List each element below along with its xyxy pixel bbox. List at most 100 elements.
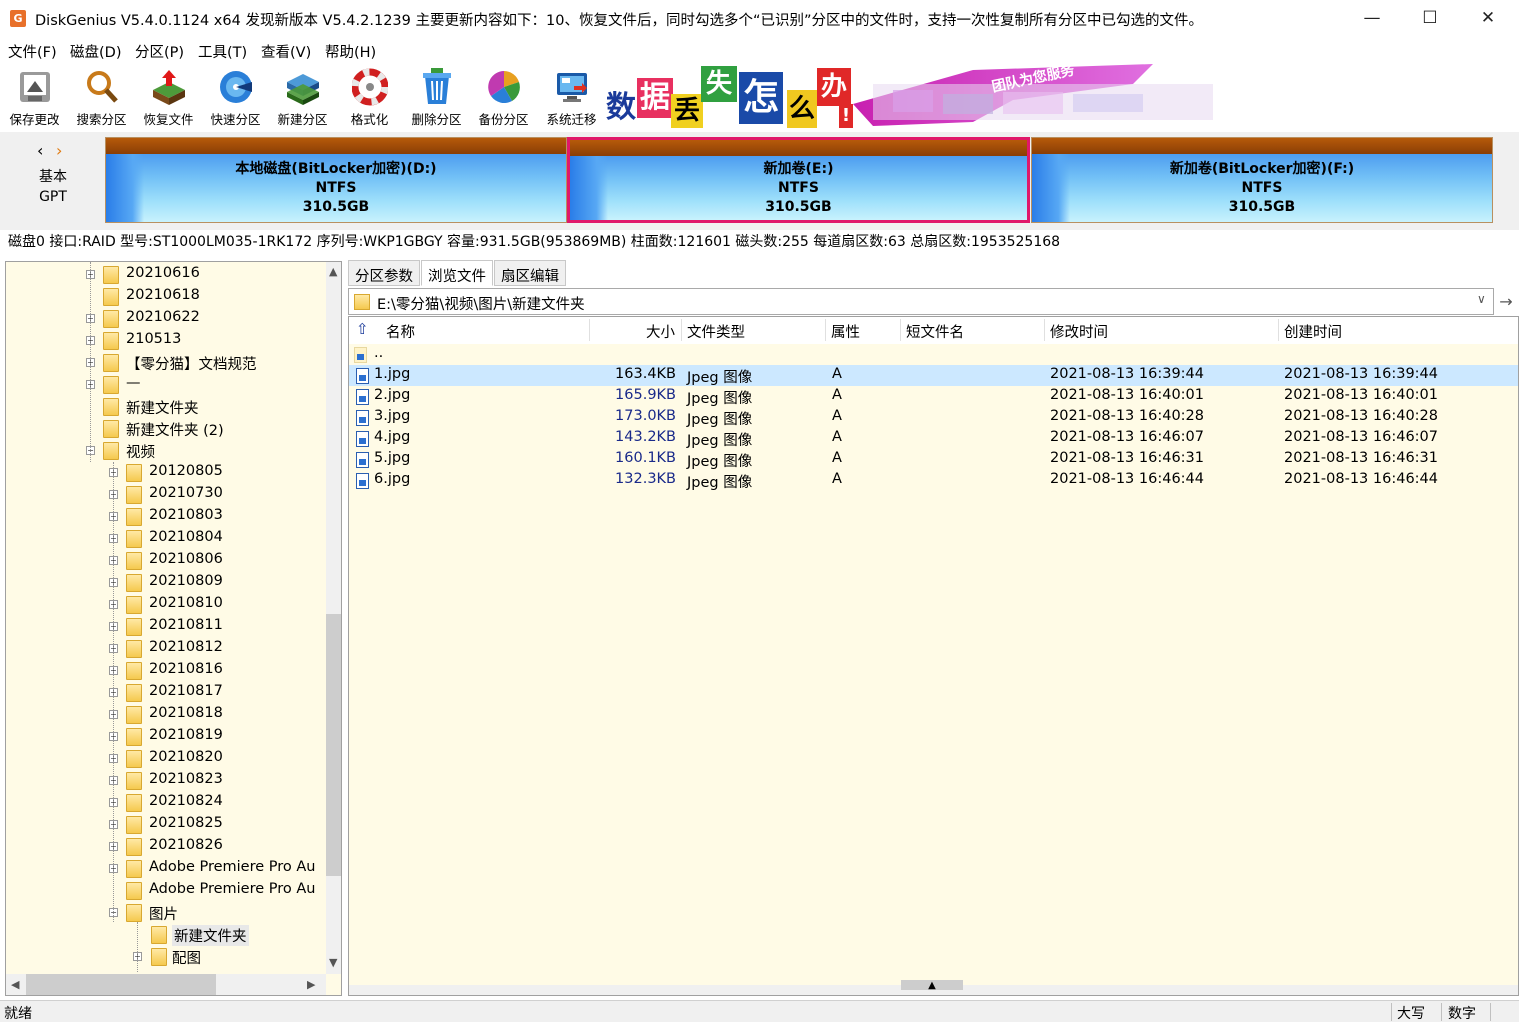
partition-d[interactable]: 本地磁盘(BitLocker加密)(D:) NTFS 310.5GB [105,137,567,223]
partition-e[interactable]: 新加卷(E:) NTFS 310.5GB [567,137,1030,223]
up-level-icon[interactable]: ⇧ [356,320,369,338]
tree-item[interactable]: +20210817 [6,682,326,704]
column-modified[interactable]: 修改时间 [1050,321,1108,342]
promo-banner[interactable]: 团队为您服务 数 据 丢 失 怎 么 办 ! [603,64,1223,130]
tab-partition-params[interactable]: 分区参数 [348,260,420,286]
tree-item[interactable]: +20210730 [6,484,326,506]
tree-item[interactable]: 新建文件夹 (2) [6,418,326,440]
minimize-button[interactable]: — [1343,0,1401,37]
tab-sector-editor[interactable]: 扇区编辑 [494,260,566,286]
prev-disk-icon[interactable]: ‹ [37,141,43,160]
maximize-button[interactable]: ☐ [1401,0,1459,37]
file-row[interactable]: 6.jpg 132.3KB Jpeg 图像 A 2021-08-13 16:46:44 2… [349,470,1518,491]
quick-partition-button[interactable]: 快速分区 [202,64,269,130]
file-row[interactable]: 3.jpg 173.0KB Jpeg 图像 A 2021-08-13 16:40:28 2… [349,407,1518,428]
file-modified: 2021-08-13 16:40:01 [1050,387,1204,403]
tree-item[interactable]: +20210806 [6,550,326,572]
file-size: 143.2KB [615,429,676,445]
tree-item[interactable]: +20210819 [6,726,326,748]
next-disk-icon[interactable]: › [56,141,62,160]
tree-item-label: — [126,375,141,391]
tree-item[interactable]: +20210809 [6,572,326,594]
column-type[interactable]: 文件类型 [687,321,745,342]
tree-item[interactable]: +20210804 [6,528,326,550]
file-row[interactable]: 5.jpg 160.1KB Jpeg 图像 A 2021-08-13 16:46:31 2… [349,449,1518,470]
delete-partition-button[interactable]: 删除分区 [403,64,470,130]
menu-help[interactable]: 帮助(H) [325,41,376,62]
save-changes-button[interactable]: 保存更改 [1,64,68,130]
format-button[interactable]: 格式化 [336,64,403,130]
menu-view[interactable]: 查看(V) [261,41,311,62]
tree-item[interactable]: +20210810 [6,594,326,616]
partition-f[interactable]: 新加卷(BitLocker加密)(F:) NTFS 310.5GB [1031,137,1493,223]
menu-disk[interactable]: 磁盘(D) [70,41,121,62]
column-created[interactable]: 创建时间 [1284,321,1342,342]
tree-item[interactable]: +20210825 [6,814,326,836]
image-file-icon [356,431,369,447]
tree-item[interactable]: +20210811 [6,616,326,638]
tree-item[interactable]: 新建文件夹 [6,396,326,418]
tree-item[interactable]: + 【零分猫】文档规范 [6,352,326,374]
tree-hscroll-thumb[interactable] [26,974,216,995]
image-file-icon [356,410,369,426]
tree-item[interactable]: − 视频 [6,440,326,462]
scroll-down-icon[interactable]: ▼ [329,956,337,969]
file-list[interactable]: ⇧ 名称 大小 文件类型 属性 短文件名 修改时间 创建时间 .. 1.jpg 16… [348,316,1519,996]
menu-tools[interactable]: 工具(T) [198,41,247,62]
file-row[interactable]: 1.jpg 163.4KB Jpeg 图像 A 2021-08-13 16:39:44 2… [349,365,1518,386]
close-button[interactable]: ✕ [1459,0,1517,37]
menu-file[interactable]: 文件(F) [8,41,57,62]
scroll-left-icon[interactable]: ◀ [11,978,19,991]
new-partition-button[interactable]: 新建分区 [269,64,336,130]
path-combobox[interactable]: E:\零分猫\视频\图片\新建文件夹 ∨ [348,288,1494,315]
tree-item[interactable]: +20210812 [6,638,326,660]
path-text: E:\零分猫\视频\图片\新建文件夹 [377,297,585,313]
tree-item[interactable]: +20210818 [6,704,326,726]
scroll-up-icon[interactable]: ▲ [329,265,337,278]
chevron-down-icon[interactable]: ∨ [1477,292,1486,306]
go-arrow-icon[interactable]: → [1495,288,1517,315]
tree-item[interactable]: +20210824 [6,792,326,814]
tree-item[interactable]: Adobe Premiere Pro Au [6,880,326,902]
scroll-right-icon[interactable]: ▶ [307,978,315,991]
tree-item[interactable]: +210513 [6,330,326,352]
file-attr: A [832,366,842,382]
tree-item-label: 20210825 [149,815,223,831]
file-row[interactable]: 2.jpg 165.9KB Jpeg 图像 A 2021-08-13 16:40:01 2… [349,386,1518,407]
file-list-scrollbar[interactable]: ▲ [349,980,1518,995]
column-name[interactable]: 名称 [386,321,415,342]
collapse-arrow-icon[interactable]: ▲ [901,980,963,991]
folder-tree[interactable]: +20210616 20210618 +20210622 +210513 + 【零分猫】文… [5,261,342,996]
tree-item[interactable]: +20210820 [6,748,326,770]
file-row[interactable]: 4.jpg 143.2KB Jpeg 图像 A 2021-08-13 16:46:07 2… [349,428,1518,449]
tree-item[interactable]: +20210826 [6,836,326,858]
tree-item[interactable]: +20210823 [6,770,326,792]
column-short-name[interactable]: 短文件名 [906,321,964,342]
tree-item-label: 配图 [172,951,201,967]
disk-type-label: 基本 GPT [39,169,67,205]
folder-icon [354,294,370,310]
parent-dir-row[interactable]: .. [349,344,1518,365]
tree-item[interactable]: + — [6,374,326,396]
column-attr[interactable]: 属性 [831,321,860,342]
tab-browse-files[interactable]: 浏览文件 [421,260,493,286]
column-size[interactable]: 大小 [646,321,675,342]
tree-item[interactable]: − 图片 [6,902,326,924]
tree-item-label: 图片 [149,907,178,923]
tree-item[interactable]: +20120805 [6,462,326,484]
tree-item[interactable]: +20210803 [6,506,326,528]
tree-item[interactable]: + Adobe Premiere Pro Au [6,858,326,880]
tree-item[interactable]: +20210616 [6,264,326,286]
tree-item[interactable]: + 配图 [6,946,326,968]
menu-partition[interactable]: 分区(P) [135,41,184,62]
tree-item[interactable]: +20210622 [6,308,326,330]
tree-item[interactable]: 新建文件夹 [6,924,326,946]
backup-partition-button[interactable]: 备份分区 [470,64,537,130]
recover-files-button[interactable]: 恢复文件 [135,64,202,130]
tree-item[interactable]: 20210618 [6,286,326,308]
tree-item[interactable]: +20210816 [6,660,326,682]
system-migration-button[interactable]: 系统迁移 [538,64,605,130]
search-partition-button[interactable]: 搜索分区 [68,64,135,130]
tree-scroll-thumb[interactable] [326,614,341,876]
tree-item-label: 20210824 [149,793,223,809]
